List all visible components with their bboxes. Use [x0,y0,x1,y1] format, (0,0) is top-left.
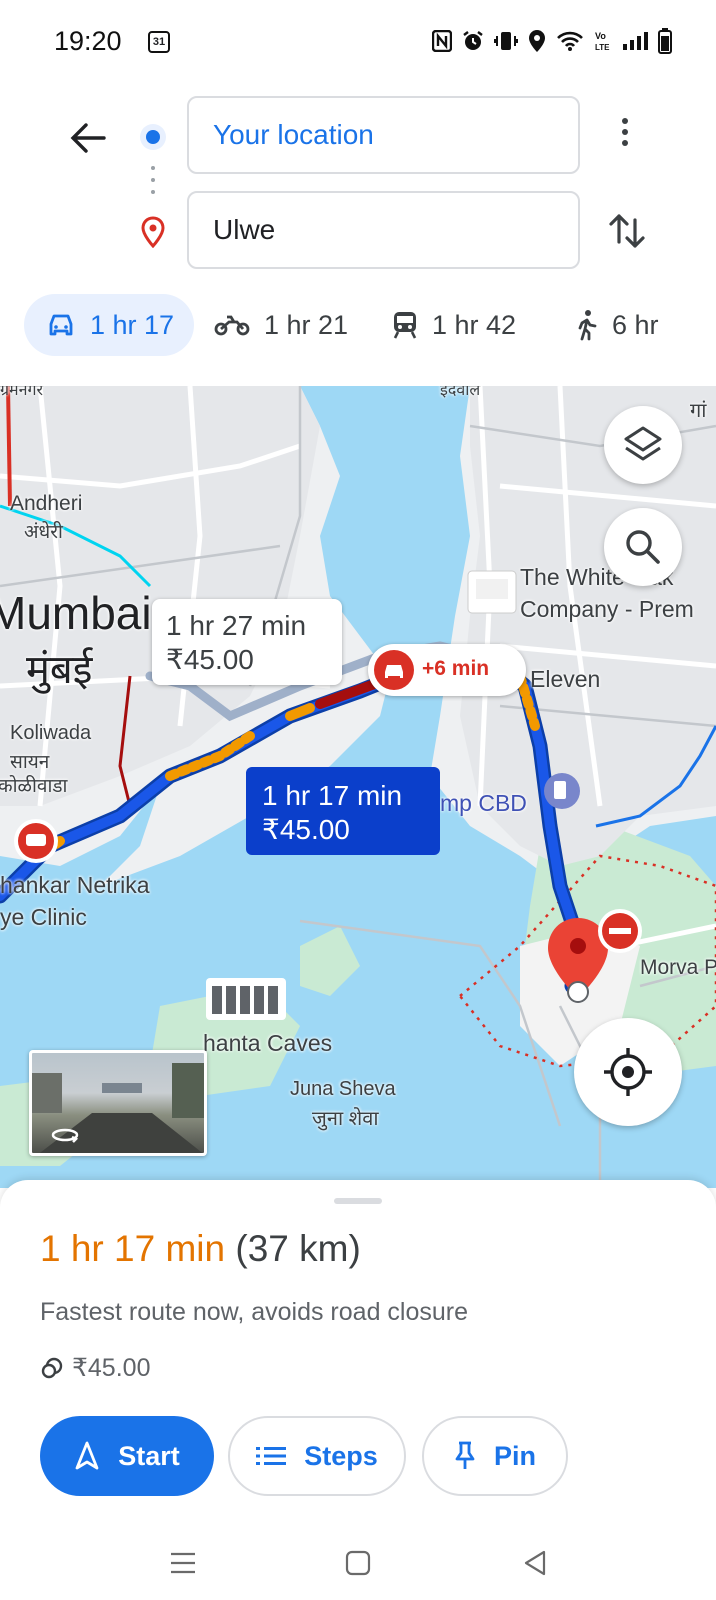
steps-button[interactable]: Steps [228,1416,406,1496]
toll-icon [41,1357,63,1379]
alt-route-bubble[interactable]: 1 hr 27 min ₹45.00 [152,599,342,685]
map-label-andheri: Andheri [10,492,83,515]
layers-button[interactable] [604,406,682,484]
toll-amount: ₹45.00 [72,1354,151,1382]
start-button[interactable]: Start [40,1416,214,1496]
start-button-label: Start [118,1440,180,1471]
sheet-drag-handle[interactable] [334,1198,382,1204]
map-label: कोळीवाडा [0,776,68,797]
route-duration: 1 hr 17 min [40,1228,226,1269]
walk-icon [578,310,597,341]
list-icon [256,1447,287,1465]
signal-icon [622,30,648,59]
alt-route-toll: ₹45.00 [166,644,254,675]
alt-route-time: 1 hr 27 min [166,610,307,641]
map-label-koliwada: Koliwada [10,722,92,744]
status-icons: Vo LTE [431,28,672,61]
back-icon[interactable] [518,1546,552,1580]
destination-input[interactable]: Ulwe [187,191,580,269]
pin-button-label: Pin [493,1440,536,1471]
home-icon[interactable] [341,1546,375,1580]
more-options-icon[interactable] [614,114,636,154]
tab-motorcycle-label: 1 hr 21 [264,309,349,340]
my-location-button[interactable] [574,1018,682,1126]
toll-info: ₹45.00 [40,1353,150,1383]
alarm-icon [462,30,484,59]
map-label-mumbai: Mumbai [0,587,152,639]
pin-button[interactable]: Pin [422,1416,568,1496]
main-route-bubble[interactable]: 1 hr 17 min ₹45.00 [246,767,440,855]
battery-icon [658,28,672,61]
svg-text:Vo: Vo [595,31,606,41]
map-label-andheri-mr: अंधेरी [24,522,63,543]
vibrate-icon [494,30,518,59]
map-label-cbd: mp CBD [440,790,527,816]
tab-walk-label: 6 hr [612,309,659,340]
map-label: इंदवाल [440,386,481,399]
tab-drive-label: 1 hr 17 [90,309,175,340]
motorcycle-icon [214,315,250,336]
map-label-juna: Juna Sheva [290,1078,396,1100]
map-label-eleven: Eleven [530,666,601,692]
tab-motorcycle[interactable]: 1 hr 21 [214,294,348,356]
origin-input[interactable]: Your location [187,96,580,174]
destination-pin-icon [140,216,166,249]
crosshair-icon [604,1048,652,1096]
system-nav-bar [0,1520,716,1600]
svg-text:LTE: LTE [595,43,610,52]
map-view[interactable]: ग्रमनगर इंदवाल गां Andheri अंधेरी Mumbai… [0,386,716,1188]
tab-transit-label: 1 hr 42 [432,309,517,340]
traffic-car-icon [374,650,414,690]
traffic-delay-text: +6 min [422,657,490,680]
train-icon [393,312,417,339]
search-along-route-button[interactable] [604,508,682,586]
calendar-icon: 31 [148,31,170,53]
back-arrow-icon[interactable] [64,114,112,162]
connector-dots [151,166,155,196]
map-label: ग्रमनगर [0,386,44,399]
street-view-thumbnail[interactable] [29,1050,207,1156]
status-time: 19:20 [54,26,122,56]
map-label: सायन [10,752,50,773]
tab-walk[interactable]: 6 hr [574,294,659,356]
nfc-icon [431,29,453,59]
map-label-netrika: hankar Netrika [0,872,150,898]
rotate-360-icon [51,1128,79,1143]
location-icon [528,29,546,60]
map-label-mumbai-mr: मुंबई [26,648,93,692]
route-eta: 1 hr 17 min (37 km) [40,1228,361,1270]
layers-icon [624,426,662,461]
traffic-delay-pill[interactable]: +6 min [368,644,526,696]
navigation-arrow-icon [75,1441,99,1470]
volte-icon: Vo LTE [594,30,612,59]
map-label-netrika: ye Clinic [0,904,87,930]
map-label-whiteoak: Company - Prem [520,596,694,622]
pin-icon [455,1441,475,1469]
swap-icon[interactable] [606,208,648,254]
tab-transit[interactable]: 1 hr 42 [392,294,516,356]
travel-mode-tabs: 1 hr 17 1 hr 21 1 hr 42 6 hr [24,294,716,356]
main-route-toll: ₹45.00 [262,814,350,845]
car-icon [49,314,73,336]
wifi-icon [556,30,584,59]
tab-drive[interactable]: 1 hr 17 [24,294,195,356]
route-summary: Fastest route now, avoids road closure [40,1298,469,1326]
origin-dot-icon [140,124,166,150]
main-route-time: 1 hr 17 min [262,780,403,811]
steps-button-label: Steps [304,1440,378,1471]
map-label: गां [690,400,707,422]
search-icon [626,530,660,564]
map-label-caves: hanta Caves [203,1030,333,1056]
recents-menu-icon[interactable] [166,1546,200,1580]
map-label-morva: Morva Pl [640,956,716,979]
route-distance: (37 km) [235,1228,361,1269]
status-bar: 19:20 31 Vo LTE [0,0,716,82]
map-label-juna-mr: जुना शेवा [312,1108,379,1130]
